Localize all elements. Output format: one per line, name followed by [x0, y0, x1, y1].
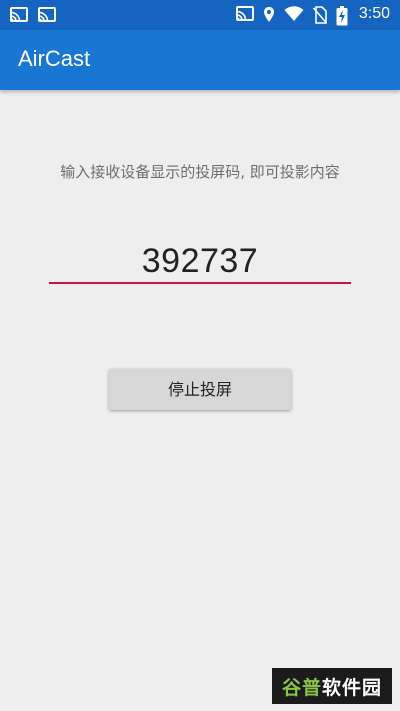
battery-charging-icon	[336, 6, 348, 26]
wifi-icon	[284, 6, 304, 22]
no-sim-icon	[312, 6, 327, 24]
location-icon	[263, 6, 275, 22]
watermark-part1: 谷普	[281, 676, 322, 699]
stop-casting-button[interactable]: 停止投屏	[109, 369, 291, 410]
watermark-logo: 谷普 软件园	[272, 668, 392, 704]
code-underline	[49, 282, 351, 284]
cast-icon	[235, 6, 254, 22]
app-bar: AirCast	[0, 30, 400, 90]
cast-icon	[38, 7, 56, 23]
app-title: AirCast	[18, 46, 91, 71]
watermark-part2: 软件园	[322, 676, 383, 699]
status-right-icons: 3:50	[235, 5, 390, 26]
cast-code-value[interactable]: 392737	[49, 242, 351, 281]
status-left-icons	[10, 7, 56, 23]
status-clock: 3:50	[358, 5, 390, 22]
cast-icon	[10, 7, 28, 23]
instruction-text: 输入接收设备显示的投屏码, 即可投影内容	[60, 163, 340, 181]
status-bar: 3:50	[0, 0, 400, 30]
cast-code-field[interactable]: 392737	[49, 236, 351, 286]
